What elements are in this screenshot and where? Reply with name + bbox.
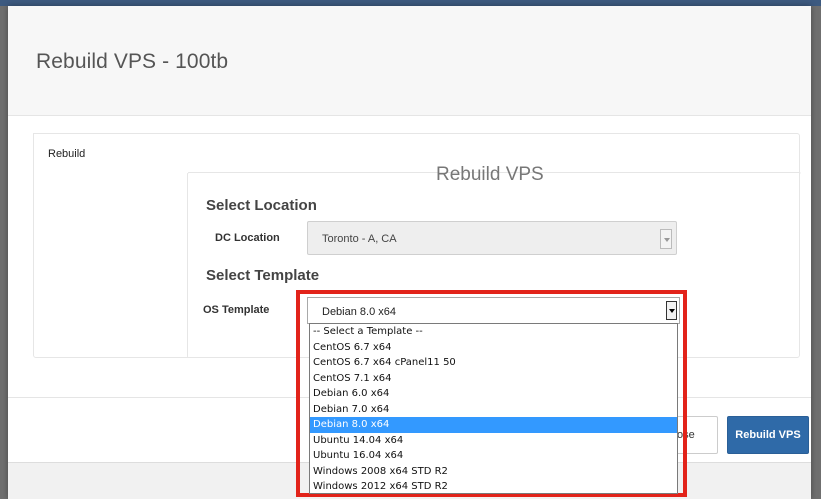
section-heading: Rebuild VPS bbox=[436, 164, 544, 185]
modal-title: Rebuild VPS - 100tb bbox=[36, 50, 229, 73]
dropdown-option[interactable]: CentOS 6.7 x64 cPanel11 50 bbox=[310, 355, 677, 371]
dropdown-option[interactable]: Debian 7.0 x64 bbox=[310, 402, 677, 418]
modal-header: Rebuild VPS - 100tb bbox=[8, 6, 811, 116]
dropdown-option[interactable]: Windows 2012 x64 STD R2 bbox=[310, 479, 677, 495]
dropdown-option[interactable]: CentOS 6.7 x64 bbox=[310, 340, 677, 356]
chevron-down-icon bbox=[660, 229, 672, 249]
page-backdrop-right bbox=[811, 6, 821, 499]
tab-rebuild[interactable]: Rebuild bbox=[36, 136, 188, 173]
dropdown-option[interactable]: Ubuntu 16.04 x64 bbox=[310, 448, 677, 464]
rebuild-vps-button[interactable]: Rebuild VPS bbox=[727, 416, 809, 454]
select-location-heading: Select Location bbox=[206, 197, 317, 214]
dropdown-option[interactable]: Windows 2008 x64 STD R2 bbox=[310, 464, 677, 480]
os-template-value: Debian 8.0 x64 bbox=[322, 306, 396, 318]
dc-location-select[interactable]: Toronto - A, CA bbox=[307, 221, 677, 255]
os-template-select[interactable]: Debian 8.0 x64 bbox=[307, 297, 680, 324]
page-backdrop-left bbox=[0, 6, 8, 499]
os-template-label: OS Template bbox=[203, 304, 270, 316]
dc-location-value: Toronto - A, CA bbox=[322, 233, 397, 245]
dropdown-option[interactable]: -- Select a Template -- bbox=[310, 324, 677, 340]
dropdown-option[interactable]: Ubuntu 14.04 x64 bbox=[310, 433, 677, 449]
tab-rebuild-label: Rebuild bbox=[48, 148, 86, 160]
dropdown-option[interactable]: Debian 6.0 x64 bbox=[310, 386, 677, 402]
dropdown-option[interactable]: CentOS 7.1 x64 bbox=[310, 371, 677, 387]
dropdown-option-selected[interactable]: Debian 8.0 x64 bbox=[310, 417, 677, 433]
chevron-down-icon[interactable] bbox=[666, 301, 677, 320]
select-template-heading: Select Template bbox=[206, 267, 320, 284]
dc-location-label: DC Location bbox=[215, 232, 280, 244]
os-template-dropdown-list[interactable]: -- Select a Template -- CentOS 6.7 x64 C… bbox=[309, 323, 678, 494]
